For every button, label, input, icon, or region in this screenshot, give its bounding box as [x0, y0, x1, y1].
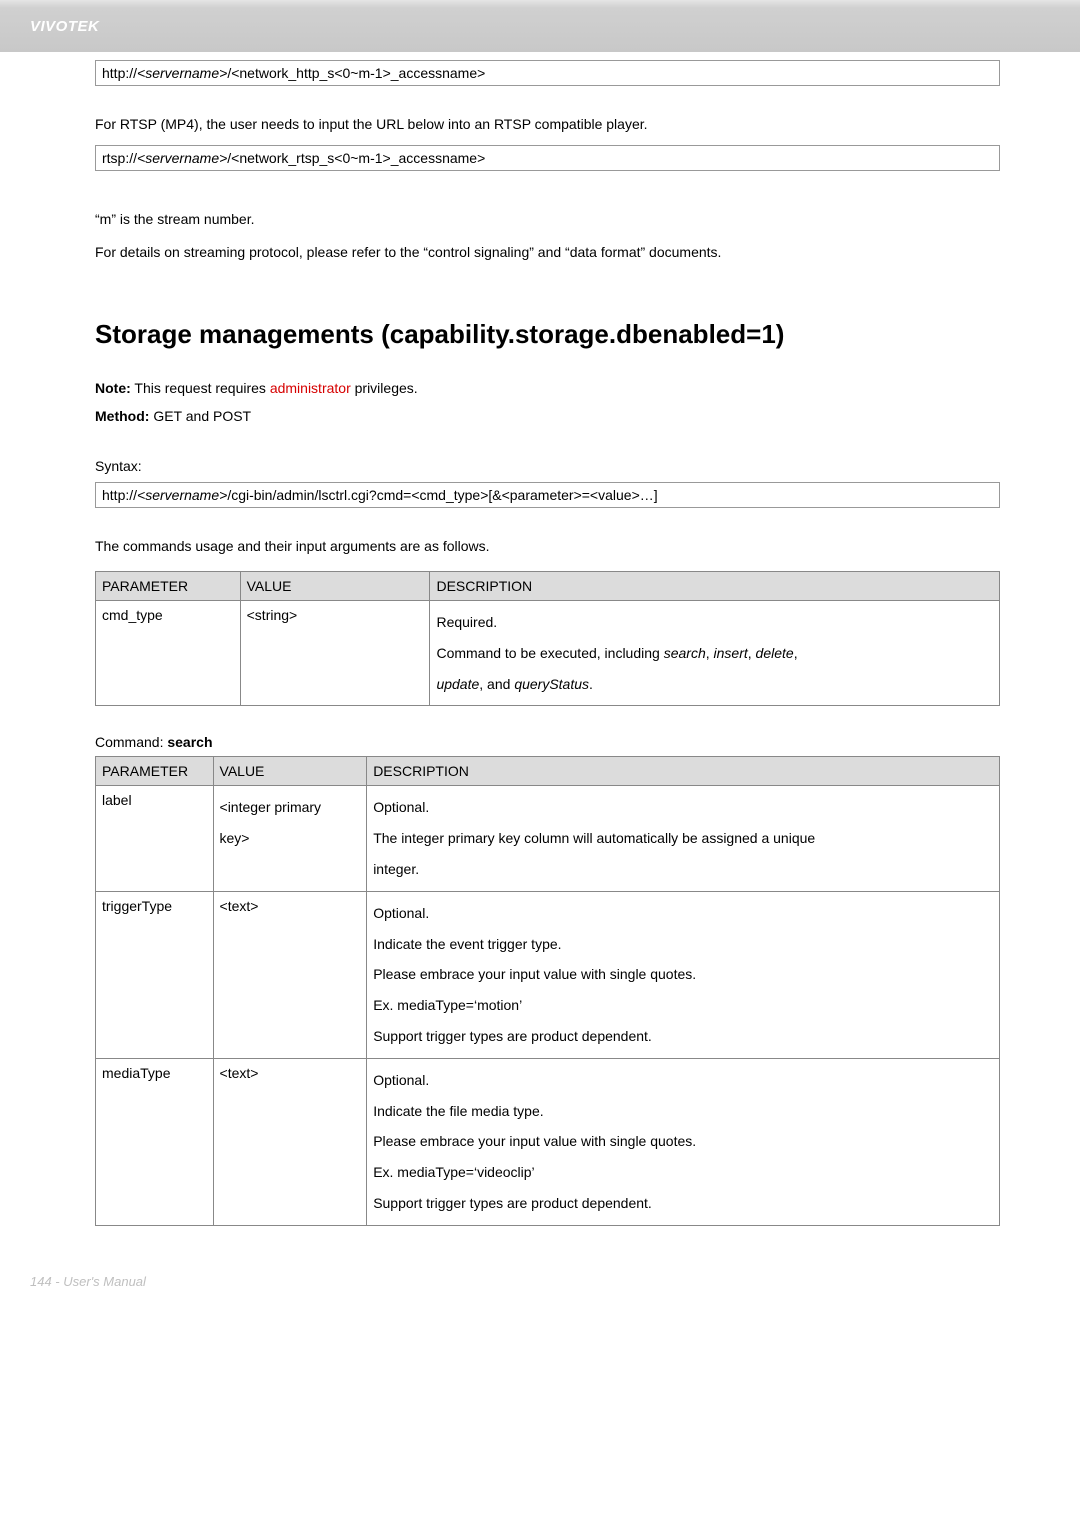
url-servername: <servername> — [137, 487, 227, 503]
th-description: DESCRIPTION — [367, 757, 1000, 786]
cmd-name: delete — [756, 645, 794, 661]
rtsp-intro: For RTSP (MP4), the user needs to input … — [95, 114, 1000, 135]
value-line: <integer primary — [220, 792, 361, 823]
desc-line: Indicate the event trigger type. — [373, 929, 993, 960]
sep: , — [748, 645, 756, 661]
cell-param: label — [96, 786, 214, 891]
method-line: Method: GET and POST — [95, 408, 1000, 424]
note-priv: administrator — [270, 380, 351, 396]
th-parameter: PARAMETER — [96, 572, 241, 601]
desc-line: Optional. — [373, 898, 993, 929]
cell-desc: Optional. The integer primary key column… — [367, 786, 1000, 891]
desc-line: update, and queryStatus. — [436, 669, 993, 700]
http-accessname-box: http://<servername>/<network_http_s<0~m-… — [95, 60, 1000, 86]
th-value: VALUE — [213, 757, 367, 786]
sep: , — [706, 645, 714, 661]
url-servername: <servername> — [137, 150, 227, 166]
table-header-row: PARAMETER VALUE DESCRIPTION — [96, 572, 1000, 601]
text: Command to be executed, including — [436, 645, 663, 661]
desc-line: Indicate the file media type. — [373, 1096, 993, 1127]
desc-line: Ex. mediaType=‘videoclip’ — [373, 1157, 993, 1188]
method-label: Method: — [95, 408, 149, 424]
note-label: Note: — [95, 380, 131, 396]
th-description: DESCRIPTION — [430, 572, 1000, 601]
desc-line: Command to be executed, including search… — [436, 638, 993, 669]
syntax-label: Syntax: — [95, 458, 1000, 474]
url-rest: /<network_http_s<0~m-1>_accessname> — [227, 65, 485, 81]
url-rest: /cgi-bin/admin/lsctrl.cgi?cmd=<cmd_type>… — [227, 487, 657, 503]
method-value: GET and POST — [149, 408, 251, 424]
sep: . — [589, 676, 593, 692]
lsctrl-syntax-box: http://<servername>/cgi-bin/admin/lsctrl… — [95, 482, 1000, 508]
sep: , — [794, 645, 798, 661]
table-row: mediaType <text> Optional. Indicate the … — [96, 1058, 1000, 1225]
cell-value: <text> — [213, 891, 367, 1058]
cmd-type-table: PARAMETER VALUE DESCRIPTION cmd_type <st… — [95, 571, 1000, 706]
usage-para: The commands usage and their input argum… — [95, 536, 1000, 557]
rtsp-accessname-box: rtsp://<servername>/<network_rtsp_s<0~m-… — [95, 145, 1000, 171]
desc-line: Please embrace your input value with sin… — [373, 959, 993, 990]
cell-param: mediaType — [96, 1058, 214, 1225]
cell-param: triggerType — [96, 891, 214, 1058]
desc-line: Please embrace your input value with sin… — [373, 1126, 993, 1157]
note-after: privileges. — [351, 380, 418, 396]
cell-desc: Optional. Indicate the event trigger typ… — [367, 891, 1000, 1058]
note-before: This request requires — [131, 380, 270, 396]
cmd-name: queryStatus — [514, 676, 589, 692]
cell-desc: Required. Command to be executed, includ… — [430, 601, 1000, 706]
desc-line: integer. — [373, 854, 993, 885]
cell-desc: Optional. Indicate the file media type. … — [367, 1058, 1000, 1225]
cell-param: cmd_type — [96, 601, 241, 706]
cmd-name: search — [664, 645, 706, 661]
url-prefix: http:// — [102, 487, 137, 503]
note-line: Note: This request requires administrato… — [95, 380, 1000, 396]
command-label: Command: search — [95, 734, 1000, 750]
desc-line: Support trigger types are product depend… — [373, 1021, 993, 1052]
desc-line: Optional. — [373, 1065, 993, 1096]
desc-line: Support trigger types are product depend… — [373, 1188, 993, 1219]
command-prefix: Command: — [95, 734, 167, 750]
th-value: VALUE — [240, 572, 430, 601]
url-servername: <servername> — [137, 65, 227, 81]
cell-value: <integer primary key> — [213, 786, 367, 891]
desc-line: The integer primary key column will auto… — [373, 823, 993, 854]
header-bar: VIVOTEK — [0, 0, 1080, 54]
section-heading: Storage managements (capability.storage.… — [95, 319, 1000, 350]
cell-value: <text> — [213, 1058, 367, 1225]
page-footer: 144 - User's Manual — [0, 1274, 1080, 1317]
desc-line: Ex. mediaType=‘motion’ — [373, 990, 993, 1021]
desc-line: Optional. — [373, 792, 993, 823]
desc-line: Required. — [436, 607, 993, 638]
table-header-row: PARAMETER VALUE DESCRIPTION — [96, 757, 1000, 786]
value-line: key> — [220, 823, 361, 854]
url-prefix: rtsp:// — [102, 150, 137, 166]
cmd-name: update — [436, 676, 479, 692]
url-prefix: http:// — [102, 65, 137, 81]
brand-logo: VIVOTEK — [30, 18, 99, 35]
table-row: triggerType <text> Optional. Indicate th… — [96, 891, 1000, 1058]
command-name: search — [167, 734, 212, 750]
cmd-name: insert — [714, 645, 748, 661]
url-rest: /<network_rtsp_s<0~m-1>_accessname> — [227, 150, 485, 166]
sep: , and — [479, 676, 514, 692]
details-note: For details on streaming protocol, pleas… — [95, 242, 1000, 263]
table-row: label <integer primary key> Optional. Th… — [96, 786, 1000, 891]
search-params-table: PARAMETER VALUE DESCRIPTION label <integ… — [95, 756, 1000, 1225]
page-content: http://<servername>/<network_http_s<0~m-… — [0, 60, 1080, 1226]
th-parameter: PARAMETER — [96, 757, 214, 786]
cell-value: <string> — [240, 601, 430, 706]
table-row: cmd_type <string> Required. Command to b… — [96, 601, 1000, 706]
m-note: “m” is the stream number. — [95, 209, 1000, 230]
